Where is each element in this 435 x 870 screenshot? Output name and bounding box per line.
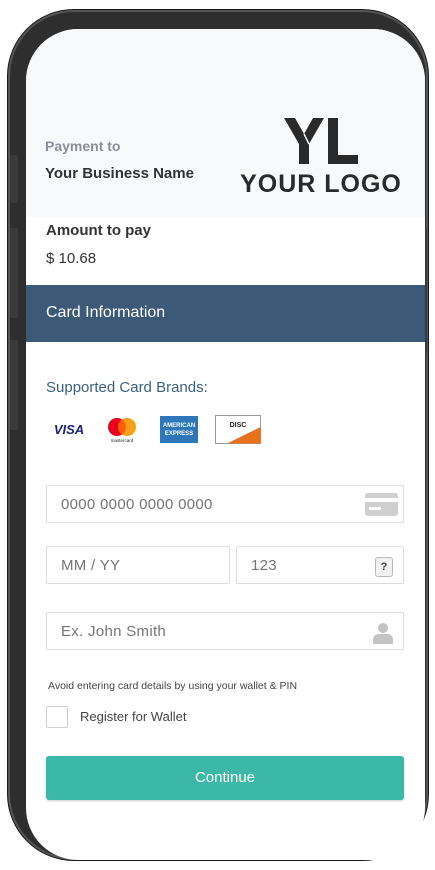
supported-brands-label: Supported Card Brands: (46, 379, 208, 396)
phone-silent-switch (10, 155, 18, 203)
svg-text:VISA: VISA (54, 422, 84, 437)
expiry-date-input[interactable]: MM / YY (46, 546, 230, 584)
cardholder-name-input[interactable]: Ex. John Smith (46, 612, 404, 650)
merchant-logo: YOUR LOGO (236, 118, 406, 218)
person-icon (373, 623, 393, 644)
mastercard-icon: mastercard (108, 418, 136, 443)
phone-volume-up (10, 228, 18, 318)
wallet-note: Avoid entering card details by using you… (48, 680, 298, 692)
register-wallet-label[interactable]: Register for Wallet (80, 709, 186, 724)
cvc-input[interactable]: 123 ? (236, 546, 404, 584)
card-number-placeholder: 0000 0000 0000 0000 (61, 496, 213, 513)
business-name: Your Business Name (45, 165, 194, 182)
card-information-title: Card Information (46, 304, 166, 321)
register-wallet-checkbox[interactable] (46, 706, 68, 728)
card-number-input[interactable]: 0000 0000 0000 0000 (46, 485, 404, 523)
phone-screen: Payment to Your Business Name YOUR LOGO … (26, 29, 425, 860)
phone-frame: Payment to Your Business Name YOUR LOGO … (8, 10, 428, 860)
svg-text:mastercard: mastercard (111, 438, 134, 443)
svg-text:EXPRESS: EXPRESS (165, 431, 193, 437)
visa-icon: VISA (54, 422, 84, 437)
expiry-placeholder: MM / YY (61, 557, 121, 574)
cvc-help-icon[interactable]: ? (375, 557, 393, 577)
discover-icon: DISC DISCOVER (215, 415, 261, 444)
card-information-header: Card Information (26, 285, 425, 342)
logo-mark-icon (284, 118, 358, 164)
svg-text:DISC: DISC (230, 422, 247, 429)
cvc-placeholder: 123 (251, 557, 277, 574)
phone-volume-down (10, 340, 18, 430)
name-placeholder: Ex. John Smith (61, 623, 167, 640)
logo-text: YOUR LOGO (240, 170, 402, 198)
credit-card-icon (365, 493, 398, 516)
amount-value: $ 10.68 (46, 250, 97, 267)
svg-text:AMERICAN: AMERICAN (163, 423, 195, 429)
amount-label: Amount to pay (46, 222, 151, 239)
payment-to-label: Payment to (45, 138, 121, 154)
continue-button[interactable]: Continue (46, 756, 404, 800)
amex-icon: AMERICAN EXPRESS (160, 416, 198, 443)
